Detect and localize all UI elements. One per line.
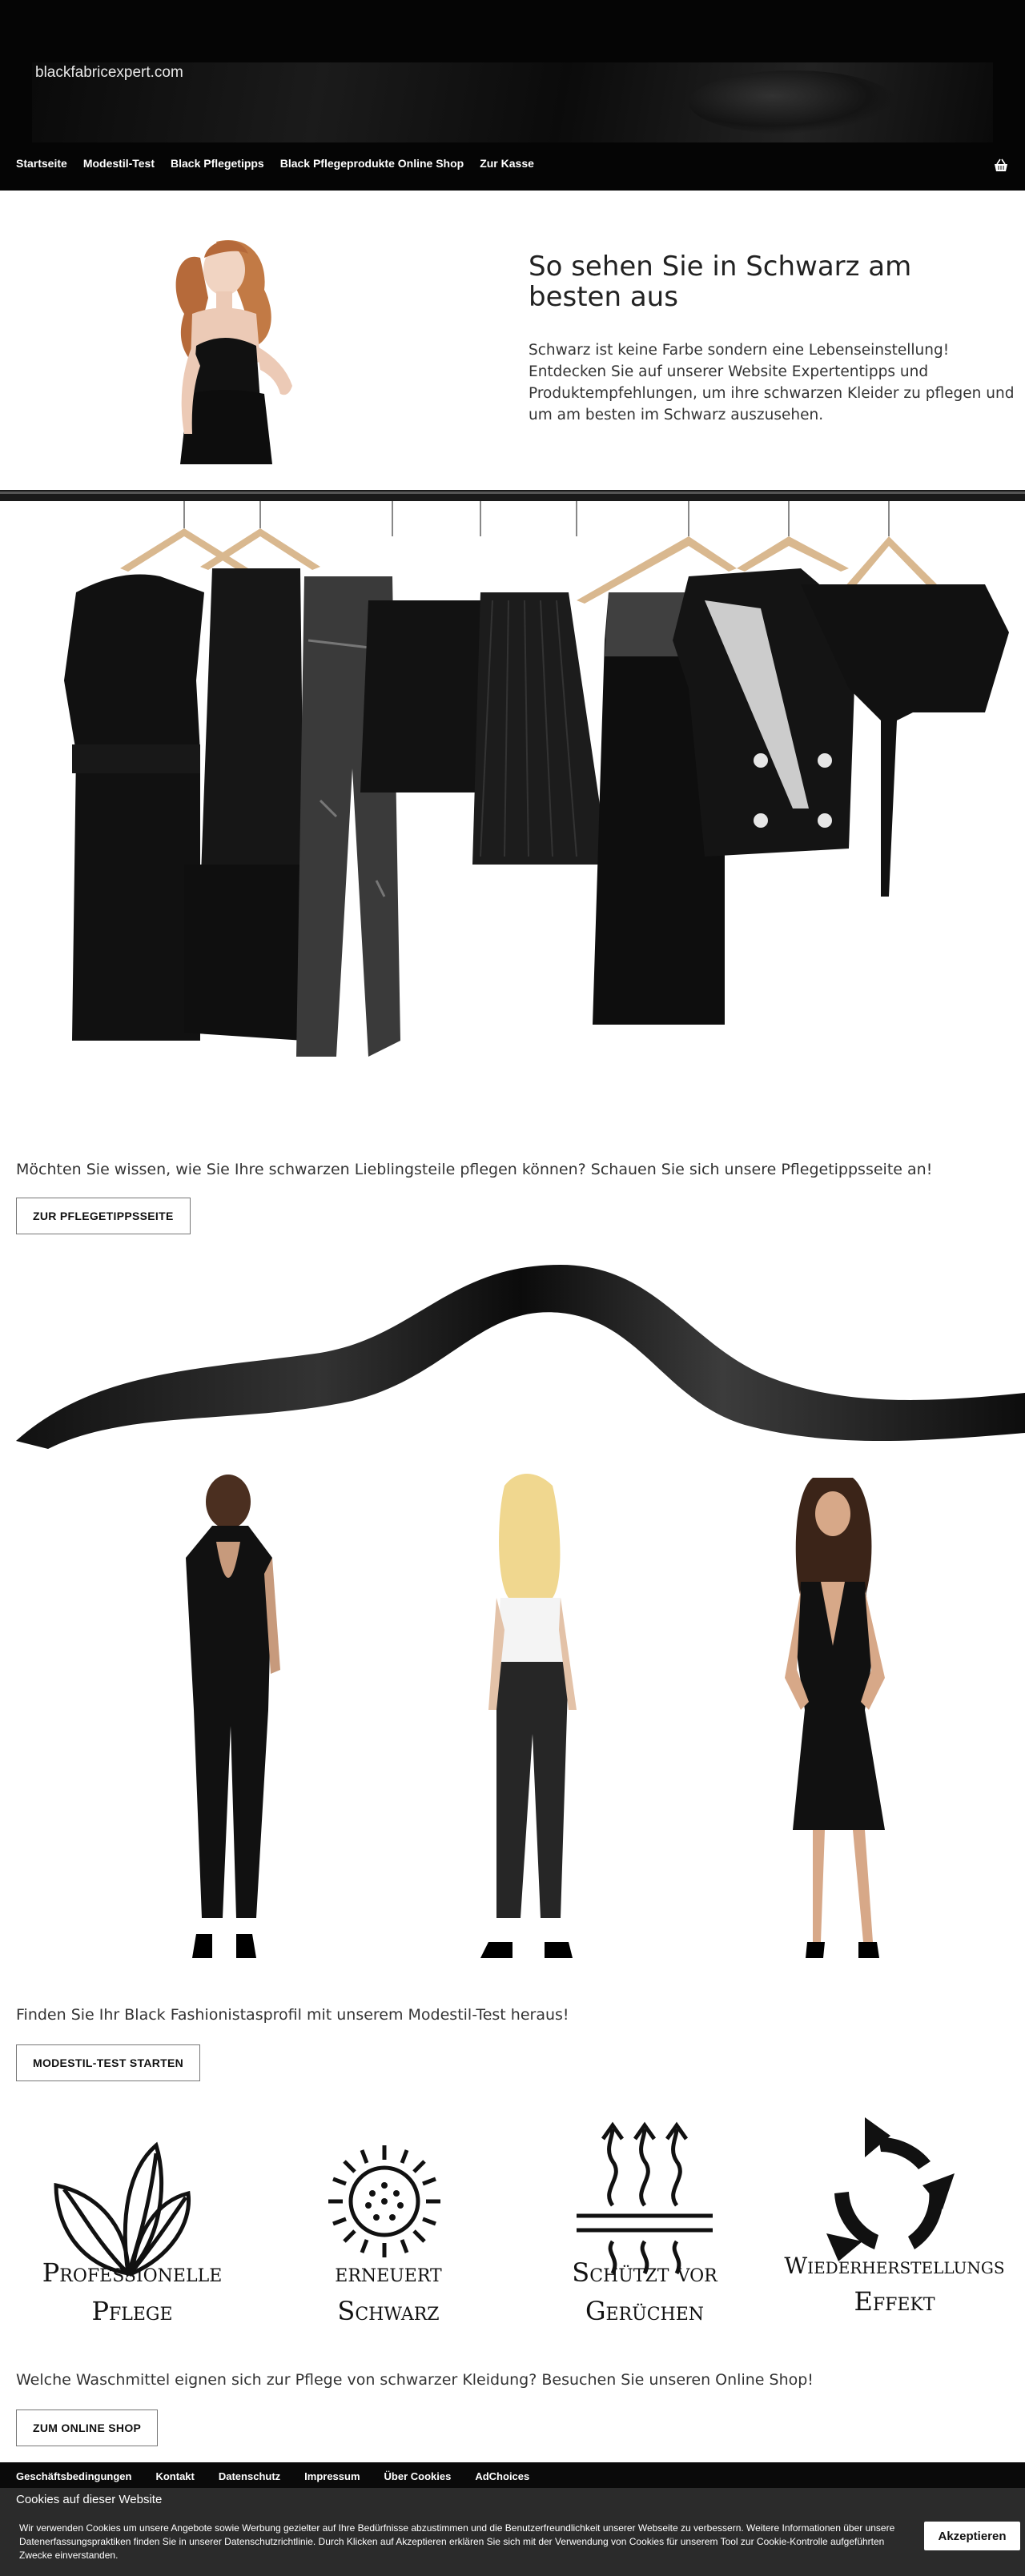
- online-shop-button[interactable]: ZUM ONLINE SHOP: [16, 2409, 159, 2446]
- model-jeans-image: [480, 1474, 577, 1958]
- nav-online-shop[interactable]: Black Pflegeprodukte Online Shop: [280, 157, 464, 170]
- style-quiz-text: Finden Sie Ihr Black Fashionistasprofil …: [16, 2006, 569, 2024]
- main-nav: Startseite Modestil-Test Black Pflegetip…: [16, 157, 534, 170]
- footer-link-cookies[interactable]: Über Cookies: [384, 2470, 452, 2482]
- feature-odor-protection: Schützt vor Gerüchen: [521, 2097, 769, 2337]
- feature-professional-care: Professionelle Pflege: [8, 2097, 256, 2337]
- start-style-quiz-button[interactable]: MODESTIL-TEST STARTEN: [16, 2044, 201, 2081]
- site-header: blackfabricexpert.com Startseite Modesti…: [0, 0, 1025, 191]
- feature-3-line2: Gerüchen: [585, 2296, 705, 2326]
- nav-modestil-test[interactable]: Modestil-Test: [83, 157, 155, 170]
- hero-text: Schwarz ist keine Farbe sondern eine Leb…: [529, 342, 1015, 423]
- page: blackfabricexpert.com Startseite Modesti…: [0, 0, 1025, 2576]
- feature-2-line1: erneuert: [335, 2257, 442, 2288]
- cookie-text: Wir verwenden Cookies um unsere Angebote…: [19, 2522, 895, 2561]
- feature-renews-black: erneuert Schwarz: [264, 2097, 512, 2337]
- feature-1-line2: Pflege: [91, 2296, 173, 2326]
- accept-cookies-button[interactable]: Akzeptieren: [924, 2522, 1020, 2550]
- site-title[interactable]: blackfabricexpert.com: [35, 64, 183, 82]
- footer-link-contact[interactable]: Kontakt: [155, 2470, 194, 2482]
- silk-ribbon-image: [16, 1265, 1025, 1449]
- cookie-title: Cookies auf dieser Website: [16, 2493, 163, 2506]
- footer-link-adchoices[interactable]: AdChoices: [475, 2470, 529, 2482]
- feature-4-line2: Effekt: [854, 2286, 935, 2317]
- nav-startseite[interactable]: Startseite: [16, 157, 67, 170]
- footer-link-imprint[interactable]: Impressum: [304, 2470, 360, 2482]
- recycle-arrows-icon: [826, 2117, 955, 2261]
- feature-2-line2: Schwarz: [337, 2296, 440, 2326]
- hero-woman-image: [175, 240, 292, 464]
- model-jumpsuit-image: [186, 1475, 280, 1958]
- hero-title: So sehen Sie in Schwarz am besten aus: [529, 251, 912, 313]
- care-tips-button[interactable]: ZUR PFLEGETIPPSSEITE: [16, 1198, 191, 1234]
- footer-links: Geschäftsbedingungen Kontakt Datenschutz…: [16, 2470, 529, 2482]
- nav-black-pflegetipps[interactable]: Black Pflegetipps: [171, 157, 264, 170]
- basket-icon[interactable]: [993, 158, 1009, 173]
- feature-restoration-effect: Wiederherstellungs Effekt: [770, 2097, 1019, 2337]
- footer-link-privacy[interactable]: Datenschutz: [219, 2470, 280, 2482]
- feature-1-line1: Professionelle: [42, 2257, 223, 2288]
- model-wrap-dress-image: [785, 1478, 885, 1958]
- nav-zur-kasse[interactable]: Zur Kasse: [480, 157, 534, 170]
- care-text: Möchten Sie wissen, wie Sie Ihre schwarz…: [16, 1161, 933, 1178]
- feature-3-line1: Schützt vor: [572, 2257, 718, 2288]
- cookie-banner: Cookies auf dieser Website Wir verwenden…: [0, 2488, 1025, 2576]
- footer-link-terms[interactable]: Geschäftsbedingungen: [16, 2470, 131, 2482]
- feature-4-line1: Wiederherstellungs: [784, 2253, 1005, 2279]
- online-shop-text: Welche Waschmittel eignen sich zur Pfleg…: [16, 2371, 814, 2389]
- clothing-rack-image: [0, 490, 1025, 1057]
